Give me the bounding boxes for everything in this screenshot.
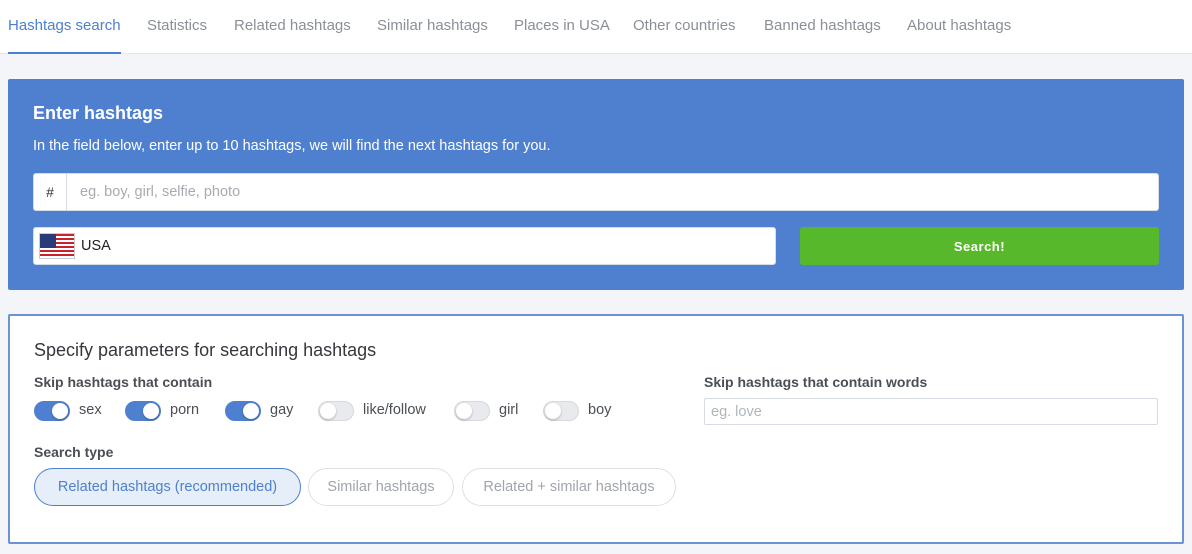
- tab-about-hashtags[interactable]: About hashtags: [907, 0, 1011, 54]
- toggle-switch[interactable]: [125, 401, 161, 421]
- search-type-related[interactable]: Related hashtags (recommended): [34, 468, 301, 506]
- tab-other-countries[interactable]: Other countries: [633, 0, 736, 54]
- country-name: USA: [81, 238, 111, 254]
- top-nav: Hashtags search Statistics Related hasht…: [0, 0, 1192, 54]
- toggle-label: boy: [588, 402, 612, 418]
- hashtag-input-group: #: [33, 173, 1159, 211]
- skip-hashtags-label: Skip hashtags that contain: [34, 374, 213, 390]
- hash-prefix-label: #: [34, 174, 67, 210]
- us-flag-icon: [39, 233, 75, 259]
- enter-hashtags-panel: Enter hashtags In the field below, enter…: [8, 79, 1184, 290]
- toggle-label: gay: [270, 402, 294, 418]
- search-type-label: Search type: [34, 444, 114, 460]
- tab-related-hashtags[interactable]: Related hashtags: [234, 0, 351, 54]
- search-parameters-panel: Specify parameters for searching hashtag…: [8, 314, 1184, 544]
- search-type-related-similar[interactable]: Related + similar hashtags: [462, 468, 676, 506]
- tab-places-in-usa[interactable]: Places in USA: [514, 0, 610, 54]
- skip-words-label: Skip hashtags that contain words: [704, 374, 928, 390]
- tab-banned-hashtags[interactable]: Banned hashtags: [764, 0, 881, 54]
- country-select[interactable]: USA: [33, 227, 776, 265]
- search-button[interactable]: Search!: [800, 227, 1159, 265]
- search-type-similar[interactable]: Similar hashtags: [308, 468, 454, 506]
- panel-title: Enter hashtags: [33, 103, 164, 123]
- toggle-switch[interactable]: [454, 401, 490, 421]
- hashtag-input[interactable]: [68, 174, 1158, 210]
- toggle-label: girl: [499, 402, 519, 418]
- toggle-label: like/follow: [363, 402, 426, 418]
- tab-similar-hashtags[interactable]: Similar hashtags: [377, 0, 488, 54]
- panel-description: In the field below, enter up to 10 hasht…: [33, 138, 551, 154]
- tab-hashtags-search[interactable]: Hashtags search: [8, 0, 121, 54]
- toggle-label: porn: [170, 402, 200, 418]
- toggle-switch[interactable]: [543, 401, 579, 421]
- toggle-switch[interactable]: [225, 401, 261, 421]
- skip-words-input[interactable]: [704, 398, 1158, 425]
- tab-statistics[interactable]: Statistics: [147, 0, 207, 54]
- toggle-label: sex: [79, 402, 102, 418]
- toggle-switch[interactable]: [34, 401, 70, 421]
- toggle-switch[interactable]: [318, 401, 354, 421]
- parameters-title: Specify parameters for searching hashtag…: [34, 340, 377, 360]
